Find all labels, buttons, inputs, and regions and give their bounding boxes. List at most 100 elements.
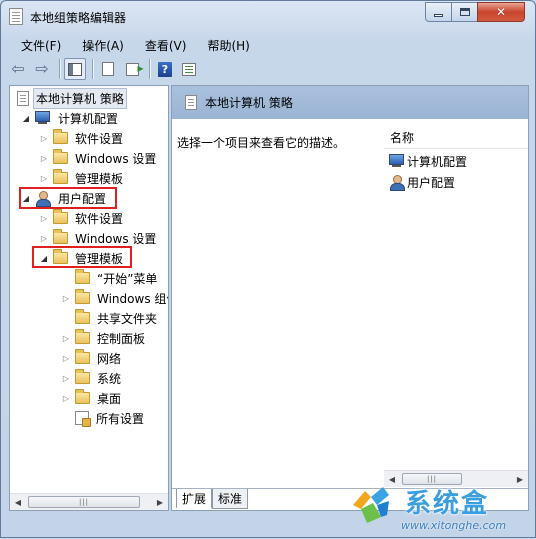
list-item-user-config[interactable]: 用户配置 bbox=[386, 172, 455, 192]
window-title: 本地组策略编辑器 bbox=[30, 11, 127, 25]
highlight-box-user-config bbox=[19, 187, 117, 209]
folder-icon bbox=[53, 209, 68, 224]
tree-item-label: 软件设置 bbox=[75, 211, 124, 226]
tree-pane: 本地计算机 策略 ◢ 计算机配置 ▷ 软件设置 ▷ Windows 设置 ▷ 管… bbox=[9, 85, 169, 511]
properties-icon bbox=[182, 62, 196, 76]
back-button[interactable]: ⇦ bbox=[7, 58, 29, 80]
watermark-title: 系统盒 bbox=[405, 489, 490, 519]
folder-icon bbox=[53, 149, 68, 164]
folder-icon bbox=[75, 369, 90, 384]
toolbar-separator bbox=[92, 59, 93, 79]
tree-item-label: 管理模板 bbox=[75, 171, 124, 186]
collapsed-arrow-icon[interactable]: ▷ bbox=[61, 374, 71, 383]
menu-view[interactable]: 查看(V) bbox=[131, 37, 194, 54]
collapsed-arrow-icon[interactable]: ▷ bbox=[39, 214, 49, 223]
collapsed-arrow-icon[interactable]: ▷ bbox=[39, 174, 49, 183]
toolbar-separator bbox=[59, 59, 60, 79]
help-icon: ? bbox=[158, 61, 172, 77]
show-tree-icon bbox=[68, 62, 82, 76]
scrollbar-thumb[interactable]: ||| bbox=[28, 496, 140, 508]
maximize-button[interactable] bbox=[451, 2, 478, 22]
menu-bar: 文件(F) 操作(A) 查看(V) 帮助(H) bbox=[7, 35, 529, 55]
show-description-button[interactable] bbox=[97, 58, 119, 80]
collapsed-arrow-icon[interactable]: ▷ bbox=[39, 134, 49, 143]
toolbar-separator bbox=[149, 59, 150, 79]
tree-item-label: 本地计算机 策略 bbox=[33, 87, 127, 109]
tree-item-shared-folders[interactable]: 共享文件夹 bbox=[61, 308, 159, 328]
tree-item-start-menu[interactable]: “开始”菜单 bbox=[61, 268, 159, 288]
scroll-right-icon[interactable]: ▶ bbox=[152, 494, 168, 510]
column-header-name[interactable]: 名称 bbox=[384, 127, 528, 149]
help-button[interactable]: ? bbox=[154, 58, 176, 80]
watermark-logo-icon bbox=[353, 487, 389, 523]
details-header-title: 本地计算机 策略 bbox=[205, 96, 293, 110]
minimize-icon bbox=[434, 13, 443, 17]
scroll-left-icon[interactable]: ◀ bbox=[10, 494, 26, 510]
show-hide-tree-button[interactable] bbox=[64, 58, 86, 80]
menu-file[interactable]: 文件(F) bbox=[7, 37, 68, 54]
folder-icon bbox=[75, 329, 90, 344]
list-item-computer-config[interactable]: 计算机配置 bbox=[386, 151, 467, 171]
close-icon: ✕ bbox=[495, 5, 507, 19]
folder-icon bbox=[75, 389, 90, 404]
collapsed-arrow-icon[interactable]: ▷ bbox=[61, 294, 71, 303]
tree-item-label: 网络 bbox=[97, 351, 122, 366]
folder-icon bbox=[53, 169, 68, 184]
folder-icon bbox=[75, 269, 90, 284]
folder-icon bbox=[53, 129, 68, 144]
menu-action[interactable]: 操作(A) bbox=[68, 37, 131, 54]
folder-icon bbox=[53, 229, 68, 244]
toolbar: ⇦ ⇨ ? bbox=[7, 56, 529, 82]
minimize-button[interactable] bbox=[425, 2, 452, 22]
tree-item-label: 共享文件夹 bbox=[97, 311, 158, 326]
tab-extended[interactable]: 扩展 bbox=[176, 489, 213, 509]
app-window: 本地组策略编辑器 ✕ 文件(F) 操作(A) 查看(V) 帮助(H) ⇦ ⇨ ?… bbox=[0, 0, 536, 538]
tree-item-root[interactable]: 本地计算机 策略 bbox=[13, 87, 127, 109]
details-header: 本地计算机 策略 bbox=[172, 86, 528, 119]
tree-item-windows-settings[interactable]: ▷ Windows 设置 bbox=[39, 148, 158, 168]
forward-button[interactable]: ⇨ bbox=[31, 58, 53, 80]
tree-item-label: 软件设置 bbox=[75, 131, 124, 146]
expand-arrow-icon[interactable]: ◢ bbox=[21, 114, 31, 123]
user-icon bbox=[389, 174, 405, 191]
collapsed-arrow-icon[interactable]: ▷ bbox=[39, 154, 49, 163]
tree-item-label: 桌面 bbox=[97, 391, 122, 406]
tab-standard[interactable]: 标准 bbox=[212, 489, 249, 509]
tree-item-windows-settings[interactable]: ▷ Windows 设置 bbox=[39, 228, 158, 248]
tree-item-label: 系统 bbox=[97, 371, 122, 386]
tree-horizontal-scrollbar[interactable]: ◀ ||| ▶ bbox=[10, 493, 168, 510]
collapsed-arrow-icon[interactable]: ▷ bbox=[39, 234, 49, 243]
tree-item-all-settings[interactable]: 所有设置 bbox=[61, 408, 146, 428]
tree-item-desktop[interactable]: ▷ 桌面 bbox=[61, 388, 123, 408]
group-policy-app-icon bbox=[9, 8, 23, 25]
collapsed-arrow-icon[interactable]: ▷ bbox=[61, 334, 71, 343]
export-list-icon bbox=[125, 61, 144, 76]
tree-item-label: 计算机配置 bbox=[58, 111, 119, 126]
tree-item-control-panel[interactable]: ▷ 控制面板 bbox=[61, 328, 147, 348]
tree-item-label: Windows 组件 bbox=[97, 291, 168, 306]
watermark-url: www.xitonghe.com bbox=[401, 519, 507, 532]
tree-item-label: Windows 设置 bbox=[75, 231, 157, 246]
tree-item-network[interactable]: ▷ 网络 bbox=[61, 348, 123, 368]
collapsed-arrow-icon[interactable]: ▷ bbox=[61, 394, 71, 403]
watermark: 系统盒 www.xitonghe.com bbox=[347, 479, 536, 539]
close-button[interactable]: ✕ bbox=[477, 2, 525, 22]
menu-help[interactable]: 帮助(H) bbox=[193, 37, 256, 54]
collapsed-arrow-icon[interactable]: ▷ bbox=[61, 354, 71, 363]
tree-item-system[interactable]: ▷ 系统 bbox=[61, 368, 123, 388]
details-pane: 本地计算机 策略 选择一个项目来查看它的描述。 名称 计算机配置 用户配置 ◀ … bbox=[171, 85, 529, 511]
tree-item-admin-templates[interactable]: ▷ 管理模板 bbox=[39, 168, 125, 188]
tree-item-label: Windows 设置 bbox=[75, 151, 157, 166]
properties-button[interactable] bbox=[178, 58, 200, 80]
tree-item-label: “开始”菜单 bbox=[97, 271, 158, 286]
tree-item-software-settings[interactable]: ▷ 软件设置 bbox=[39, 128, 125, 148]
tree-item-computer-config[interactable]: ◢ 计算机配置 bbox=[21, 108, 120, 128]
tree-item-label: 控制面板 bbox=[97, 331, 146, 346]
computer-icon bbox=[389, 154, 405, 168]
export-list-button[interactable] bbox=[121, 58, 144, 80]
back-arrow-icon: ⇦ bbox=[11, 59, 25, 78]
tree-item-software-settings[interactable]: ▷ 软件设置 bbox=[39, 208, 125, 228]
folder-icon bbox=[75, 349, 90, 364]
policy-document-icon bbox=[17, 90, 29, 106]
tree-item-windows-components[interactable]: ▷ Windows 组件 bbox=[61, 288, 168, 308]
